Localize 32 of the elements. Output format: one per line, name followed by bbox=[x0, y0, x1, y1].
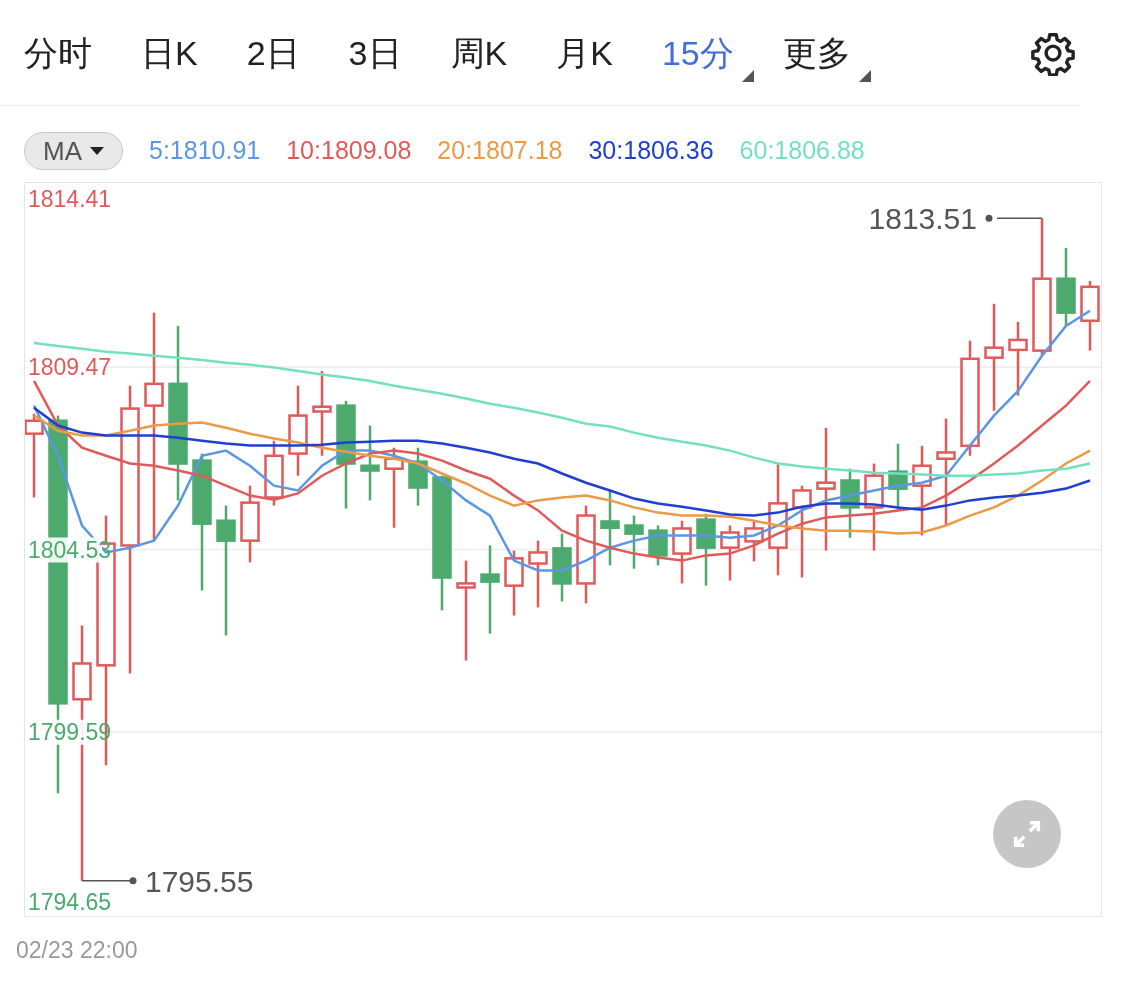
candlestick bbox=[552, 533, 572, 602]
candlestick bbox=[624, 515, 644, 569]
y-axis-label: 1814.41 bbox=[28, 186, 112, 212]
annotation: 1795.55 bbox=[145, 864, 254, 898]
moving-average-value: 60:1806.88 bbox=[739, 135, 865, 167]
moving-average-value: 30:1806.36 bbox=[588, 135, 714, 167]
candlestick bbox=[720, 525, 740, 581]
candlestick bbox=[672, 520, 692, 584]
moving-average-value: 10:1809.08 bbox=[286, 135, 412, 167]
candlestick bbox=[528, 540, 548, 608]
candlestick bbox=[504, 550, 524, 616]
y-axis-label: 1804.53 bbox=[28, 536, 112, 563]
period-tab[interactable]: 周K bbox=[450, 35, 508, 70]
indicator-dropdown[interactable]: MA bbox=[24, 132, 123, 170]
time-label: 02/23 22:00 bbox=[16, 936, 138, 965]
candlestick bbox=[264, 440, 284, 506]
moving-average-value: 5:1810.91 bbox=[149, 135, 261, 167]
period-tab[interactable]: 月K bbox=[556, 35, 613, 70]
period-tab[interactable]: 3日 bbox=[348, 35, 402, 70]
period-tab[interactable]: 更多 bbox=[782, 35, 851, 70]
period-tab[interactable]: 分时 bbox=[24, 35, 92, 70]
annotation: 1813.51 bbox=[868, 202, 977, 236]
y-axis-label: 1809.47 bbox=[28, 354, 112, 381]
period-tab[interactable]: 2日 bbox=[246, 35, 300, 70]
period-tab[interactable]: 日K bbox=[141, 35, 198, 70]
candlestick bbox=[648, 525, 668, 566]
candlestick bbox=[1080, 280, 1100, 351]
candlestick bbox=[408, 447, 428, 506]
candlestick bbox=[744, 520, 764, 562]
moving-average-value: 20:1807.18 bbox=[437, 135, 563, 167]
caret-icon bbox=[90, 147, 104, 155]
period-tab[interactable]: 15分 bbox=[661, 35, 734, 70]
